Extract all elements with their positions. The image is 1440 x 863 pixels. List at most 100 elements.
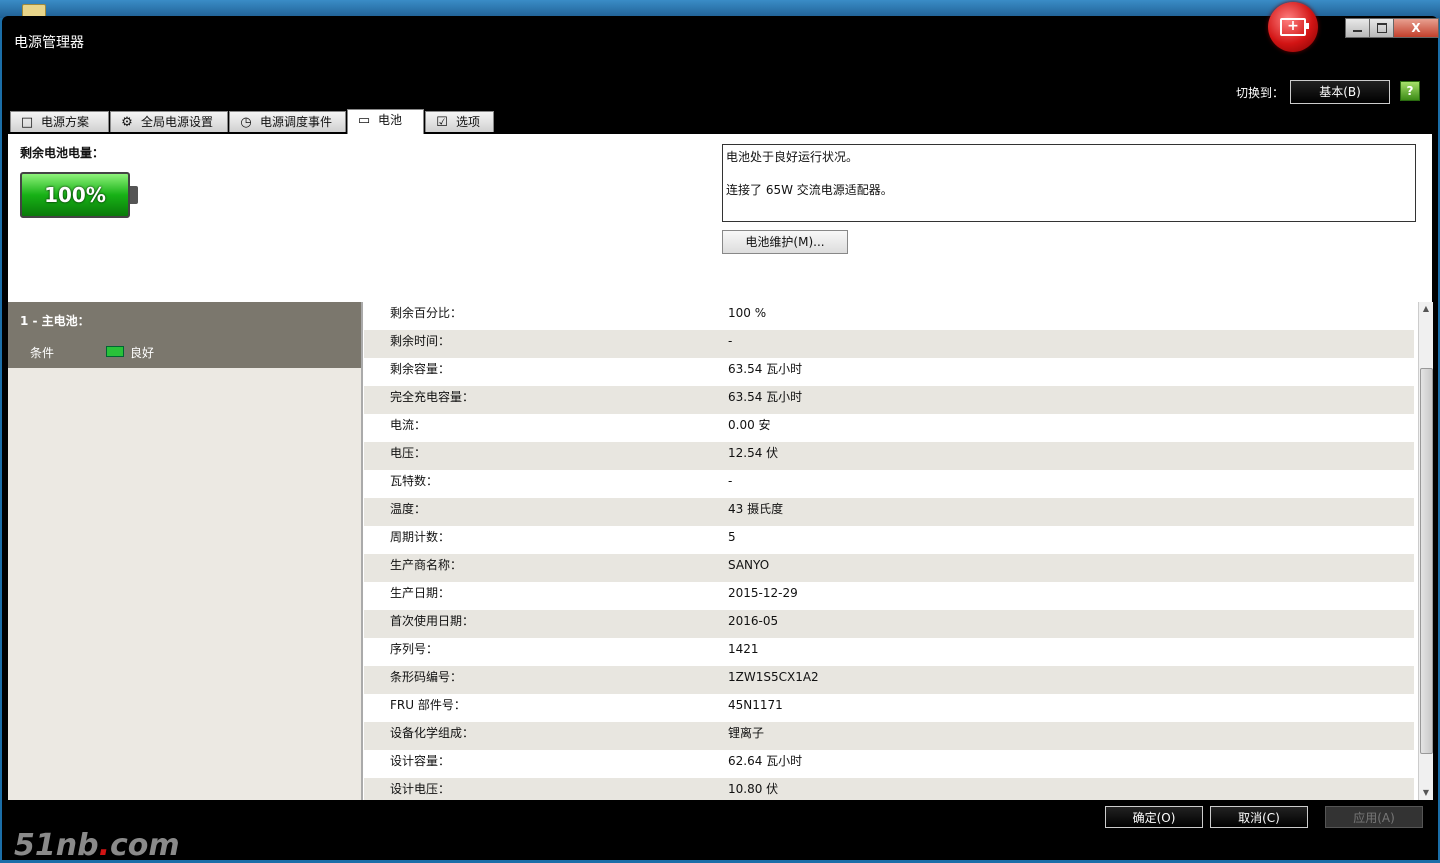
battery-panel: 剩余电池电量： 100% 电池处于良好运行状况。 连接了 65W 交流电源适配器…: [8, 134, 1433, 800]
detail-value: 100 %: [728, 306, 767, 320]
battery-level-icon: 100%: [20, 172, 130, 218]
detail-key: 生产日期：: [390, 586, 451, 600]
detail-key: 剩余容量：: [390, 362, 451, 376]
detail-value: 12.54 伏: [728, 446, 779, 460]
minimize-button[interactable]: [1345, 18, 1371, 38]
tab-label: 电源方案: [41, 115, 90, 129]
table-row: 首次使用日期： 2016-05: [364, 610, 1414, 638]
table-row: 剩余百分比： 100 %: [364, 302, 1414, 330]
detail-key: 设计容量：: [390, 754, 451, 768]
detail-value: 0.00 安: [728, 418, 771, 432]
detail-value: SANYO: [728, 558, 770, 572]
detail-value: 锂离子: [728, 726, 765, 740]
scroll-up-icon[interactable]: ▲: [1421, 304, 1431, 314]
power-manager-logo-icon: +: [1268, 2, 1318, 52]
scroll-down-icon[interactable]: ▼: [1421, 788, 1431, 798]
detail-key: 条形码编号：: [390, 670, 463, 684]
detail-key: 首次使用日期：: [390, 614, 475, 628]
detail-key: 瓦特数：: [390, 474, 439, 488]
detail-value: 63.54 瓦小时: [728, 390, 803, 404]
detail-key: 剩余百分比：: [390, 306, 463, 320]
battery-details-table: 剩余百分比： 100 % 剩余时间： - 剩余容量： 63.54 瓦小时 完全充电容量…: [364, 302, 1414, 800]
battery-maintenance-button[interactable]: 电池维护(M)...: [722, 230, 848, 254]
detail-value: 43 摄氏度: [728, 502, 784, 516]
table-row: 设备化学组成： 锂离子: [364, 722, 1414, 750]
restore-button[interactable]: [1369, 18, 1395, 38]
table-row: 剩余容量： 63.54 瓦小时: [364, 358, 1414, 386]
tab-global-settings[interactable]: ⚙ 全局电源设置: [110, 111, 228, 132]
tab-label: 选项: [456, 115, 481, 129]
status-line: 连接了 65W 交流电源适配器。: [726, 183, 893, 197]
detail-key: 周期计数：: [390, 530, 451, 544]
detail-key: 设计电压：: [390, 782, 451, 796]
power-plan-icon: □: [20, 115, 34, 130]
table-row: 周期计数： 5: [364, 526, 1414, 554]
battery-good-icon: [106, 346, 124, 357]
checkbox-icon: ☑: [436, 115, 448, 130]
detail-value: 1ZW1S5CX1A2: [728, 670, 819, 684]
apply-button[interactable]: 应用(A): [1325, 806, 1423, 828]
help-icon[interactable]: ?: [1400, 81, 1420, 101]
table-row: 设计电压： 10.80 伏: [364, 778, 1414, 800]
detail-key: 电流：: [390, 418, 427, 432]
detail-key: 电压：: [390, 446, 427, 460]
tab-label: 电源调度事件: [260, 115, 333, 129]
detail-key: 序列号：: [390, 642, 439, 656]
table-row: 完全充电容量： 63.54 瓦小时: [364, 386, 1414, 414]
remaining-charge-label: 剩余电池电量：: [20, 146, 105, 160]
tab-power-schedule[interactable]: ◷ 电源调度事件: [229, 111, 346, 132]
detail-value: 45N1171: [728, 698, 783, 712]
table-row: 电流： 0.00 安: [364, 414, 1414, 442]
window-title: 电源管理器: [14, 35, 84, 51]
battery-terminal: [130, 186, 138, 204]
switch-basic-button[interactable]: 基本(B): [1290, 80, 1390, 104]
table-row: 电压： 12.54 伏: [364, 442, 1414, 470]
close-button[interactable]: X: [1393, 18, 1439, 38]
detail-key: 剩余时间：: [390, 334, 451, 348]
status-line: 电池处于良好运行状况。: [726, 150, 859, 164]
detail-key: 生产商名称：: [390, 558, 463, 572]
detail-key: 设备化学组成：: [390, 726, 475, 740]
ok-button[interactable]: 确定(O): [1105, 806, 1203, 828]
table-row: FRU 部件号： 45N1171: [364, 694, 1414, 722]
battery-name: 1 - 主电池：: [20, 314, 90, 328]
condition-label: 条件: [30, 346, 55, 360]
detail-key: FRU 部件号：: [390, 698, 466, 712]
scroll-thumb[interactable]: [1420, 368, 1433, 754]
detail-value: 2016-05: [728, 614, 779, 628]
cancel-button[interactable]: 取消(C): [1210, 806, 1308, 828]
detail-value: 10.80 伏: [728, 782, 779, 796]
tab-options[interactable]: ☑ 选项: [425, 111, 494, 132]
detail-value: -: [728, 334, 733, 348]
battery-icon: ▭: [357, 113, 371, 128]
battery-list-item[interactable]: 1 - 主电池： 条件 良好: [8, 302, 361, 368]
table-row: 瓦特数： -: [364, 470, 1414, 498]
clock-icon: ◷: [240, 115, 252, 130]
table-row: 剩余时间： -: [364, 330, 1414, 358]
table-row: 序列号： 1421: [364, 638, 1414, 666]
detail-value: 2015-12-29: [728, 586, 798, 600]
detail-key: 完全充电容量：: [390, 390, 475, 404]
table-row: 温度： 43 摄氏度: [364, 498, 1414, 526]
detail-value: 5: [728, 530, 736, 544]
switch-label: 切换到：: [1236, 86, 1285, 100]
tab-label: 电池: [378, 113, 403, 127]
battery-list: 1 - 主电池： 条件 良好: [8, 302, 363, 800]
table-row: 设计容量： 62.64 瓦小时: [364, 750, 1414, 778]
detail-value: 1421: [728, 642, 759, 656]
gear-icon: ⚙: [121, 115, 133, 130]
detail-value: 63.54 瓦小时: [728, 362, 803, 376]
power-manager-window: 电源管理器 + X 切换到： 基本(B) ? □ 电源方案 ⚙ 全局电源设置 ◷ 电源…: [2, 2, 1439, 863]
table-row: 条形码编号： 1ZW1S5CX1A2: [364, 666, 1414, 694]
table-row: 生产日期： 2015-12-29: [364, 582, 1414, 610]
tab-power-plans[interactable]: □ 电源方案: [10, 111, 109, 132]
details-scrollbar[interactable]: ▲ ▼: [1418, 302, 1433, 800]
tab-label: 全局电源设置: [141, 115, 214, 129]
watermark-logo: 51nb.com: [14, 828, 180, 863]
tab-battery[interactable]: ▭ 电池: [347, 109, 424, 134]
detail-key: 温度：: [390, 502, 427, 516]
battery-status-box: 电池处于良好运行状况。 连接了 65W 交流电源适配器。: [722, 144, 1416, 222]
table-row: 生产商名称： SANYO: [364, 554, 1414, 582]
detail-value: -: [728, 474, 733, 488]
detail-value: 62.64 瓦小时: [728, 754, 803, 768]
